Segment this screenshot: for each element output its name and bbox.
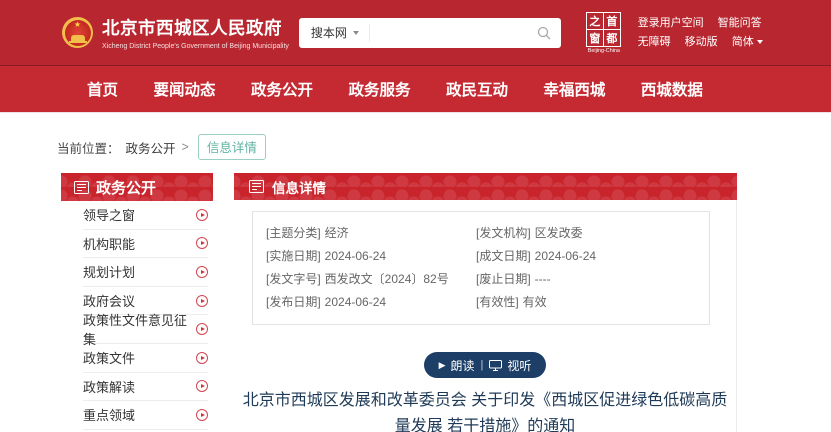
search-scope-dropdown[interactable]: 搜本网 (299, 24, 370, 42)
site-header: ★ 北京市西城区人民政府 Xicheng District People's G… (0, 0, 831, 66)
nav-item-home[interactable]: 首页 (87, 78, 118, 100)
sidebar-item-label: 政府会议 (83, 291, 135, 310)
button-separator: | (481, 359, 484, 371)
sidebar-item-label: 政策解读 (83, 377, 135, 396)
article-title: 北京市西城区发展和改革委员会 关于印发《西城区促进绿色低碳高质量发展 若干措施》… (236, 388, 734, 432)
capital-window-logo[interactable]: 之 首 窗 都 Beijing-China (586, 12, 622, 54)
sidebar-item-key-areas[interactable]: 重点领域 (83, 401, 208, 430)
main-panel: 信息详情 [主题分类]经济 [实施日期]2024-06-24 [发文字号]西发改… (234, 173, 737, 432)
gate-icon (71, 35, 85, 41)
quick-links: 登录用户空间 智能问答 无障碍 移动版 简体 (638, 14, 774, 52)
read-aloud-av-button[interactable]: ▶ 朗读 | 视听 (424, 352, 547, 378)
sidebar-item-policy-comments[interactable]: 政策性文件意见征集 (83, 315, 208, 344)
breadcrumb: 当前位置： 政务公开 > 信息详情 (57, 134, 831, 160)
audio-visual-label: 视听 (507, 357, 531, 374)
meta-implementation-date: [实施日期]2024-06-24 (266, 245, 476, 268)
sidebar-item-label: 政策文件 (83, 348, 135, 367)
sidebar: 政务公开 领导之窗 机构职能 规划计划 政府会议 政策性文件意见征集 (61, 173, 213, 432)
sidebar-item-label: 领导之窗 (83, 205, 135, 224)
meta-document-number: [发文字号]西发改文〔2024〕82号 (266, 268, 476, 291)
breadcrumb-separator: > (182, 140, 189, 154)
document-meta-box: [主题分类]经济 [实施日期]2024-06-24 [发文字号]西发改文〔202… (252, 211, 710, 325)
circle-arrow-icon (196, 237, 208, 249)
sidebar-item-leaders[interactable]: 领导之窗 (83, 201, 208, 230)
circle-arrow-icon (196, 323, 208, 335)
link-mobile-version[interactable]: 移动版 (685, 36, 718, 48)
document-list-icon (249, 180, 264, 193)
nav-item-xicheng-data[interactable]: 西城数据 (641, 78, 703, 100)
link-login-user-space[interactable]: 登录用户空间 (638, 17, 704, 29)
circle-arrow-icon (196, 380, 208, 392)
star-icon: ★ (74, 21, 81, 29)
document-list-icon (74, 181, 89, 194)
search-icon[interactable] (537, 26, 551, 40)
main-nav: 首页 要闻动态 政务公开 政务服务 政民互动 幸福西城 西城数据 (0, 66, 831, 113)
circle-arrow-icon (196, 409, 208, 421)
meta-issuing-agency: [发文机构]区发改委 (476, 222, 600, 245)
sidebar-header: 政务公开 (61, 173, 213, 201)
breadcrumb-section-link[interactable]: 政务公开 (126, 138, 176, 157)
meta-publish-date: [发布日期]2024-06-24 (266, 291, 476, 314)
site-logo[interactable]: ★ 北京市西城区人民政府 Xicheng District People's G… (62, 15, 289, 50)
meta-topic-category: [主题分类]经济 (266, 222, 476, 245)
search-input[interactable] (370, 18, 537, 48)
meta-repeal-date: [废止日期]---- (476, 268, 600, 291)
panel-title: 信息详情 (272, 177, 326, 197)
link-accessibility[interactable]: 无障碍 (638, 36, 671, 48)
meta-validity: [有效性]有效 (476, 291, 600, 314)
site-subtitle: Xicheng District People's Government of … (102, 43, 289, 50)
read-aloud-label: 朗读 (451, 357, 475, 374)
sidebar-item-label: 重点领域 (83, 405, 135, 424)
circle-arrow-icon (196, 209, 208, 221)
search-scope-label: 搜本网 (311, 24, 347, 41)
circle-arrow-icon (196, 352, 208, 364)
sidebar-item-label: 规划计划 (83, 262, 135, 281)
circle-arrow-icon (196, 266, 208, 278)
link-smart-qa[interactable]: 智能问答 (718, 17, 762, 29)
nav-item-gov-services[interactable]: 政务服务 (348, 78, 410, 100)
caret-down-icon (757, 40, 763, 44)
sidebar-item-policy-documents[interactable]: 政策文件 (83, 344, 208, 373)
site-title: 北京市西城区人民政府 (102, 15, 289, 40)
caret-down-icon (353, 31, 359, 35)
sidebar-title: 政务公开 (96, 177, 156, 198)
search-box: 搜本网 (299, 18, 561, 48)
nav-item-interaction[interactable]: 政民互动 (446, 78, 508, 100)
sidebar-item-label: 机构职能 (83, 234, 135, 253)
circle-arrow-icon (196, 295, 208, 307)
sidebar-item-policy-interpretation[interactable]: 政策解读 (83, 373, 208, 402)
nav-item-news[interactable]: 要闻动态 (153, 78, 215, 100)
link-language-simplified[interactable]: 简体 (732, 36, 763, 48)
sidebar-item-planning[interactable]: 规划计划 (83, 258, 208, 287)
national-emblem-icon: ★ (62, 17, 93, 48)
nav-item-happy-xicheng[interactable]: 幸福西城 (543, 78, 605, 100)
breadcrumb-current-badge: 信息详情 (198, 134, 266, 160)
breadcrumb-prefix: 当前位置： (57, 138, 120, 157)
content-area: 政务公开 领导之窗 机构职能 规划计划 政府会议 政策性文件意见征集 (61, 173, 831, 432)
panel-header: 信息详情 (234, 173, 737, 200)
sidebar-item-functions[interactable]: 机构职能 (83, 230, 208, 259)
nav-item-gov-disclosure[interactable]: 政务公开 (251, 78, 313, 100)
capital-window-caption: Beijing-China (588, 48, 620, 53)
sidebar-item-label: 政策性文件意见征集 (83, 310, 196, 348)
monitor-icon (489, 360, 502, 371)
play-icon: ▶ (439, 361, 446, 370)
meta-written-date: [成文日期]2024-06-24 (476, 245, 600, 268)
